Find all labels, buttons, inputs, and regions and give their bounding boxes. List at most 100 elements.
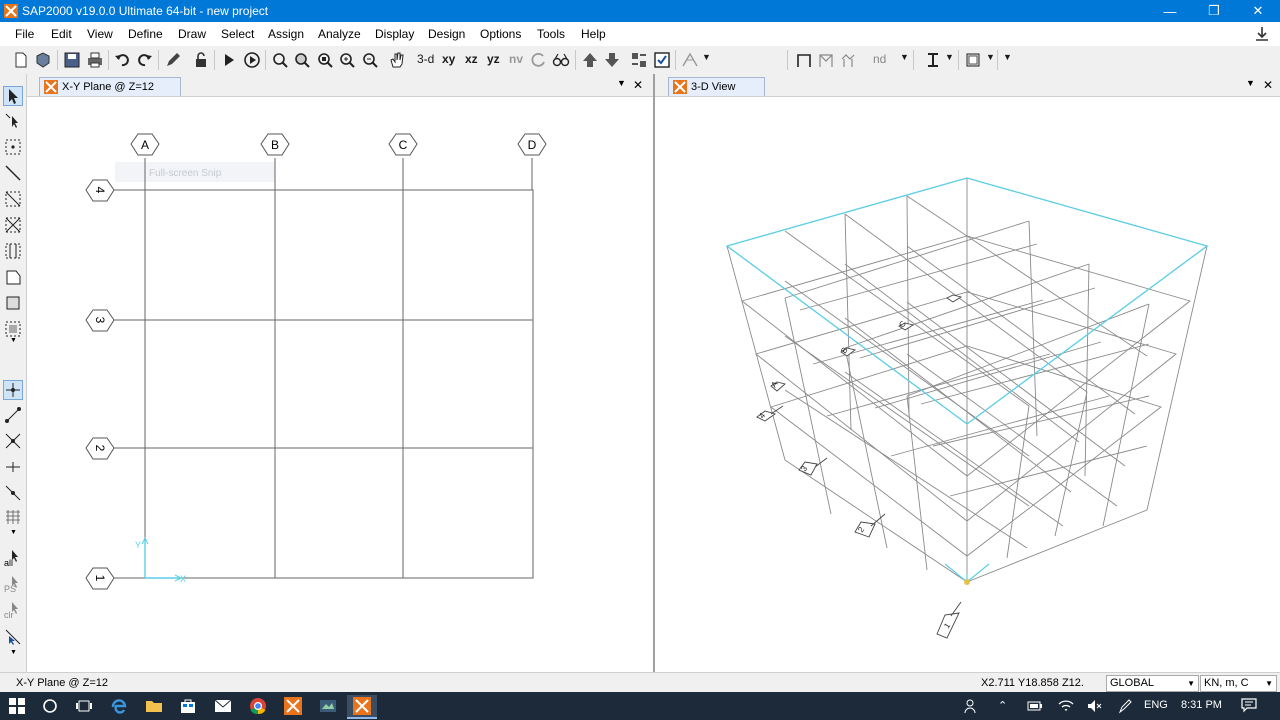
draw-area-dropdown-icon[interactable]: ▼: [10, 337, 17, 344]
volume-muted-icon[interactable]: [1086, 698, 1102, 714]
snap-intersection-icon[interactable]: [4, 432, 22, 450]
3d-view-close-icon[interactable]: ✕: [1263, 78, 1273, 92]
move-up-icon[interactable]: [581, 51, 599, 69]
view-nv-button[interactable]: nv: [509, 52, 523, 66]
taskbar-edge[interactable]: [104, 695, 134, 717]
xy-plane-view-tab[interactable]: X-Y Plane @ Z=12: [39, 77, 181, 96]
new-model-icon[interactable]: [12, 51, 30, 69]
coord-system-select[interactable]: GLOBAL ▼: [1106, 675, 1199, 692]
zoom-window-icon[interactable]: [271, 51, 289, 69]
pen-workspace-icon[interactable]: [1117, 698, 1133, 714]
taskbar-clock[interactable]: 8:31 PM: [1181, 699, 1222, 711]
xy-view-dropdown-icon[interactable]: ▼: [617, 78, 626, 88]
quick-draw-brace-icon[interactable]: [4, 216, 22, 234]
select-dropdown-icon[interactable]: ▼: [10, 649, 17, 656]
section-cut-icon[interactable]: [924, 51, 942, 69]
brace-frame-icon[interactable]: [817, 51, 835, 69]
nd-button[interactable]: nd: [873, 52, 886, 66]
quick-draw-frame-icon[interactable]: [4, 190, 22, 208]
taskbar-mail[interactable]: [208, 695, 238, 717]
area-section-dropdown-icon[interactable]: ▼: [986, 52, 995, 62]
pan-hand-icon[interactable]: [388, 51, 406, 69]
zoom-out-icon[interactable]: [361, 51, 379, 69]
view-yz-button[interactable]: yz: [487, 52, 500, 66]
clear-selection-button[interactable]: clr: [4, 602, 22, 620]
redo-icon[interactable]: [136, 51, 154, 69]
snap-lines-icon[interactable]: [4, 484, 22, 502]
quick-draw-secondary-icon[interactable]: [4, 242, 22, 260]
display-options-icon[interactable]: [630, 51, 648, 69]
menu-design[interactable]: Design: [428, 27, 465, 41]
draw-special-icon[interactable]: [681, 51, 699, 69]
lock-icon[interactable]: [192, 51, 210, 69]
view-xz-button[interactable]: xz: [465, 52, 478, 66]
language-indicator[interactable]: ENG: [1144, 699, 1168, 711]
move-down-icon[interactable]: [603, 51, 621, 69]
menu-draw[interactable]: Draw: [178, 27, 206, 41]
menu-help[interactable]: Help: [581, 27, 606, 41]
snap-fine-grid-icon[interactable]: [4, 508, 22, 526]
pointer-icon[interactable]: [3, 86, 23, 106]
taskbar-file-explorer[interactable]: [139, 695, 169, 717]
search-button[interactable]: [35, 695, 65, 717]
menu-tools[interactable]: Tools: [537, 27, 565, 41]
quick-draw-area-icon[interactable]: [4, 320, 22, 338]
taskbar-sap2000-a[interactable]: [278, 695, 308, 717]
units-select[interactable]: KN, m, C ▼: [1200, 675, 1277, 692]
check-model-icon[interactable]: [653, 51, 671, 69]
draw-poly-area-icon[interactable]: [4, 268, 22, 286]
open-icon[interactable]: [34, 51, 52, 69]
menu-define[interactable]: Define: [128, 27, 163, 41]
xy-plane-view-panel[interactable]: X-Y Plane @ Z=12 ▼ ✕ Full-screen Snip A …: [27, 74, 653, 672]
xy-plane-canvas[interactable]: Full-screen Snip A B C D 4 3 2 1 Y X: [27, 96, 653, 672]
menu-file[interactable]: File: [15, 27, 34, 41]
section-cut-dropdown-icon[interactable]: ▼: [945, 52, 954, 62]
restore-button[interactable]: ❐: [1192, 0, 1236, 22]
taskbar-chrome[interactable]: [243, 695, 273, 717]
menu-edit[interactable]: Edit: [51, 27, 72, 41]
task-view-button[interactable]: [69, 695, 99, 717]
download-icon[interactable]: [1254, 26, 1270, 42]
taskbar-sap2000-active[interactable]: [347, 695, 377, 719]
perspective-glasses-icon[interactable]: [552, 51, 570, 69]
get-previous-selection-button[interactable]: PS: [4, 576, 22, 594]
close-window-button[interactable]: ✕: [1236, 0, 1280, 22]
snap-points-icon[interactable]: [3, 380, 23, 400]
menu-analyze[interactable]: Analyze: [318, 27, 361, 41]
draw-rect-area-icon[interactable]: [4, 294, 22, 312]
rotate-icon[interactable]: [530, 51, 548, 69]
reshape-icon[interactable]: [4, 112, 22, 130]
snap-dropdown-icon[interactable]: ▼: [10, 529, 17, 536]
run-now-icon[interactable]: [243, 51, 261, 69]
print-icon[interactable]: [86, 51, 104, 69]
taskbar-store[interactable]: [173, 695, 203, 717]
view-xy-button[interactable]: xy: [442, 52, 455, 66]
draw-joint-icon[interactable]: [4, 138, 22, 156]
menu-select[interactable]: Select: [221, 27, 254, 41]
menu-options[interactable]: Options: [480, 27, 521, 41]
truss-icon[interactable]: [840, 51, 858, 69]
select-all-button[interactable]: all: [4, 550, 22, 568]
snap-perpendicular-icon[interactable]: [4, 458, 22, 476]
wifi-icon[interactable]: [1058, 698, 1074, 714]
frame-section-icon[interactable]: [795, 51, 813, 69]
nd-dropdown-icon[interactable]: ▼: [900, 52, 909, 62]
menu-assign[interactable]: Assign: [268, 27, 304, 41]
edit-pencil-icon[interactable]: [164, 51, 182, 69]
people-icon[interactable]: [964, 698, 980, 714]
minimize-button[interactable]: —: [1148, 0, 1192, 22]
toolbar-overflow-icon[interactable]: ▼: [1003, 52, 1012, 62]
view-3d-button[interactable]: 3-d: [417, 52, 434, 66]
3d-view-panel[interactable]: 3-D View ▼ ✕ 1 2 3 4 A B C: [655, 74, 1280, 672]
3d-view-tab[interactable]: 3-D View: [668, 77, 765, 96]
taskbar-media-app[interactable]: [313, 695, 343, 717]
intersecting-line-select-icon[interactable]: [4, 628, 22, 646]
battery-icon[interactable]: [1027, 700, 1043, 712]
zoom-in-icon[interactable]: [338, 51, 356, 69]
3d-view-dropdown-icon[interactable]: ▼: [1246, 78, 1255, 88]
zoom-full-icon[interactable]: [316, 51, 334, 69]
area-section-icon[interactable]: [964, 51, 982, 69]
undo-icon[interactable]: [113, 51, 131, 69]
run-analysis-icon[interactable]: [220, 51, 238, 69]
zoom-restore-icon[interactable]: [293, 51, 311, 69]
